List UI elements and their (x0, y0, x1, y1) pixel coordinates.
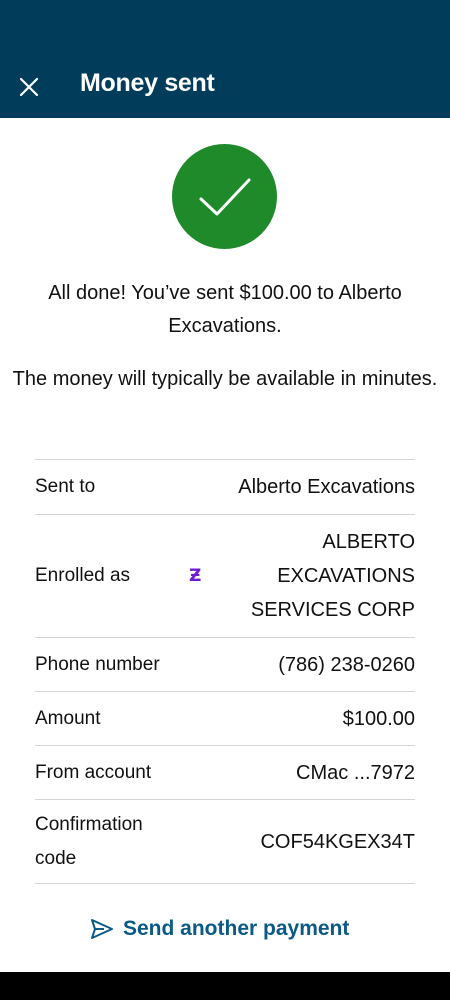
detail-row-phone: Phone number (786) 238-0260 (35, 638, 415, 692)
enrolled-as-line: EXCAVATIONS (277, 565, 415, 587)
sent-to-label: Sent to (35, 476, 96, 497)
close-icon (19, 77, 39, 97)
phone-value: (786) 238-0260 (278, 653, 415, 676)
enrolled-as-label: Enrolled as (35, 565, 131, 586)
send-another-label: Send another payment (123, 917, 350, 940)
from-account-label: From account (35, 761, 152, 783)
close-button[interactable] (14, 72, 44, 102)
checkmark-icon (199, 178, 250, 215)
detail-row-sent-to: Sent to Alberto Excavations (35, 460, 415, 515)
top-bar: Money sent (0, 0, 450, 118)
success-status (172, 144, 277, 249)
payment-details: Sent to Alberto Excavations Enrolled as … (35, 459, 415, 884)
confirmation-label: Confirmation code (35, 813, 143, 869)
detail-row-from-account: From account CMac ...7972 (35, 746, 415, 800)
page-title: Money sent (80, 69, 215, 97)
enrolled-as-line: SERVICES CORP (250, 599, 415, 621)
detail-row-enrolled-as: Enrolled as Ƶ ALBERTO EXCAVATIONS SERVIC… (35, 515, 415, 638)
send-icon (91, 919, 113, 939)
message-line: The money will typically be (12, 368, 251, 390)
amount-value: $100.00 (342, 707, 415, 730)
enrolled-as-value: ALBERTO EXCAVATIONS SERVICES CORP (251, 525, 415, 627)
sent-to-value: Alberto Excavations (238, 476, 415, 498)
confirmation-message: All done! You’ve sent $100.00 to Alberto… (0, 277, 450, 343)
enrolled-as-line: ALBERTO (322, 531, 415, 553)
system-navigation-bar (0, 972, 450, 1000)
availability-message: The money will typically be available in… (0, 363, 450, 396)
confirmation-value: COF54KGEX34T (260, 830, 415, 853)
send-another-payment-button[interactable]: Send another payment (90, 917, 349, 941)
detail-row-confirmation: Confirmation code COF54KGEX34T (35, 800, 415, 884)
zelle-icon: Ƶ (189, 566, 202, 586)
amount-label: Amount (35, 707, 101, 729)
message-line: All done! You’ve sent $100.00 to (48, 282, 334, 304)
message-line: available in minutes. (256, 368, 438, 390)
from-account-value: CMac ...7972 (296, 761, 415, 784)
detail-row-amount: Amount $100.00 (35, 692, 415, 746)
phone-label: Phone number (35, 653, 160, 675)
